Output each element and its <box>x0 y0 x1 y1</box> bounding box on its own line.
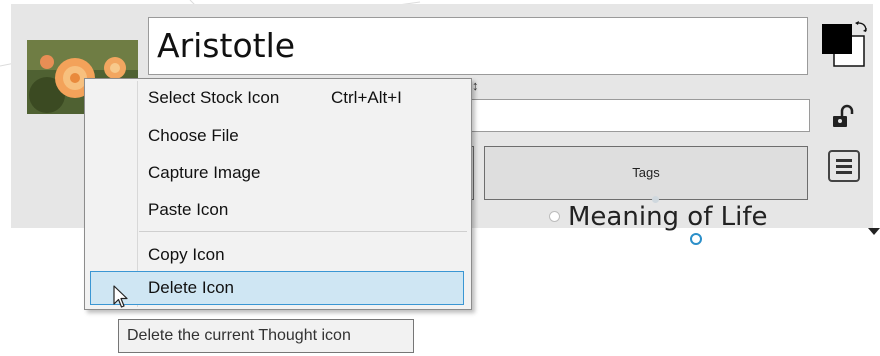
thought-name-text: Aristotle <box>157 26 296 65</box>
menu-item-label: Capture Image <box>148 163 261 182</box>
dropdown-caret-icon[interactable] <box>868 228 880 235</box>
resize-icon[interactable]: ↕ <box>472 78 479 93</box>
link-point-icon[interactable] <box>549 211 560 222</box>
menu-item-label: Copy Icon <box>148 245 225 264</box>
icon-context-menu: Select Stock Icon Ctrl+Alt+I Choose File… <box>84 78 472 310</box>
menu-item-label: Delete Icon <box>148 278 234 297</box>
tooltip: Delete the current Thought icon <box>118 319 414 353</box>
menu-item-choose-file[interactable]: Choose File <box>87 119 469 153</box>
menu-item-paste-icon[interactable]: Paste Icon <box>87 193 469 227</box>
unlock-icon[interactable] <box>830 104 856 130</box>
thought-name-field[interactable]: Aristotle <box>148 17 808 75</box>
menu-item-copy-icon[interactable]: Copy Icon <box>87 238 469 272</box>
link-point-icon[interactable] <box>690 233 702 245</box>
link-point-icon <box>652 196 659 203</box>
menu-item-shortcut: Ctrl+Alt+I <box>331 88 402 107</box>
hamburger-menu-icon[interactable] <box>828 150 860 182</box>
menu-item-capture-image[interactable]: Capture Image <box>87 156 469 190</box>
menu-item-label: Choose File <box>148 126 239 145</box>
menu-item-select-stock-icon[interactable]: Select Stock Icon Ctrl+Alt+I <box>87 81 469 115</box>
menu-item-label: Select Stock Icon <box>148 88 280 107</box>
color-swatch-icon[interactable] <box>820 20 872 72</box>
mouse-pointer-icon <box>113 285 128 308</box>
menu-item-label: Paste Icon <box>148 200 229 219</box>
menu-item-delete-icon[interactable]: Delete Icon <box>90 271 464 305</box>
thought-label-field[interactable] <box>470 99 810 132</box>
tags-button[interactable]: Tags <box>484 146 808 200</box>
background-thought-label[interactable]: Meaning of Life <box>568 202 768 232</box>
menu-separator <box>139 231 467 232</box>
